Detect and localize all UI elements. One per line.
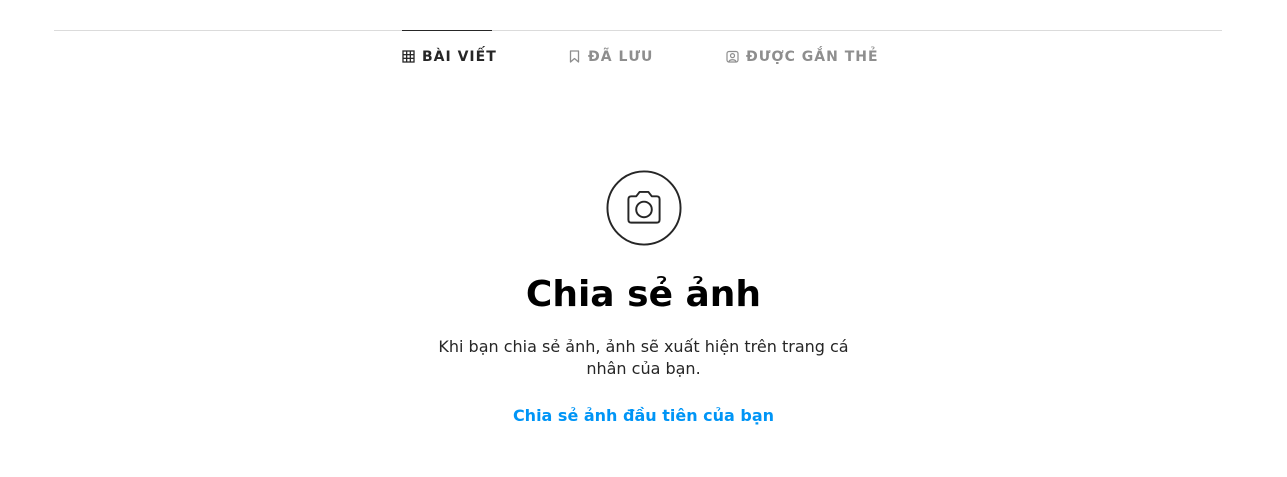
empty-state: Chia sẻ ảnh Khi bạn chia sẻ ảnh, ảnh sẽ … bbox=[0, 170, 1287, 425]
grid-icon bbox=[402, 50, 415, 63]
empty-state-description: Khi bạn chia sẻ ảnh, ảnh sẽ xuất hiện tr… bbox=[438, 337, 849, 378]
share-first-photo-link[interactable]: Chia sẻ ảnh đầu tiên của bạn bbox=[513, 406, 774, 425]
profile-tabs: BÀI VIẾT ĐÃ LƯU ĐƯỢC GẮN THẺ bbox=[0, 30, 1287, 82]
tab-posts-label: BÀI VIẾT bbox=[422, 48, 497, 65]
tab-saved[interactable]: ĐÃ LƯU bbox=[568, 30, 653, 82]
tagged-user-icon bbox=[726, 50, 739, 63]
tab-saved-label: ĐÃ LƯU bbox=[588, 48, 654, 65]
tab-tagged-label: ĐƯỢC GẮN THẺ bbox=[746, 48, 879, 65]
empty-state-title: Chia sẻ ảnh bbox=[525, 274, 762, 315]
bookmark-icon bbox=[568, 50, 581, 63]
tab-tagged[interactable]: ĐƯỢC GẮN THẺ bbox=[726, 30, 879, 82]
camera-icon bbox=[605, 170, 682, 246]
tab-posts[interactable]: BÀI VIẾT bbox=[402, 30, 496, 82]
